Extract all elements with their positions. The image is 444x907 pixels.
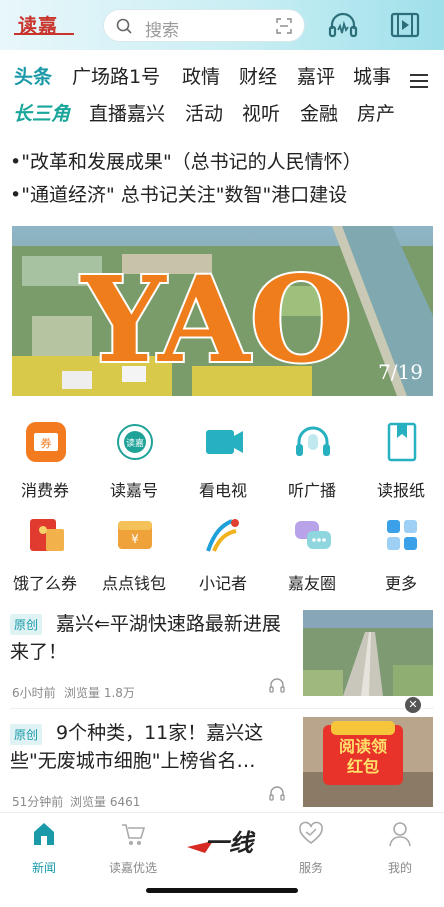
grid-label: 听广播 (287, 481, 336, 500)
news-title: 9个种类，11家！嘉兴这些"无废城市细胞"上榜省名… (10, 722, 264, 772)
tab-shiting[interactable]: 视听 (242, 99, 280, 126)
close-icon[interactable]: ✕ (405, 697, 421, 713)
home-icon (34, 823, 54, 845)
news-title: 嘉兴⇐平湖快速路最新进展来了！ (10, 613, 281, 663)
grid-item-newspaper[interactable]: 读报纸 (356, 420, 444, 510)
grid-label: 读报纸 (376, 481, 425, 500)
grid-item-tv[interactable]: 看电视 (178, 420, 266, 510)
svg-text:券: 券 (41, 436, 52, 450)
tab-zhibo-jiaxing[interactable]: 直播嘉兴 (89, 99, 165, 126)
tab-service[interactable]: 服务 (276, 821, 346, 881)
user-icon (389, 822, 411, 847)
tab-yixian[interactable]: 一线 (185, 827, 256, 887)
grid-label: 小记者 (198, 574, 247, 593)
news-thumbnail: 阅读领红包 (303, 717, 433, 807)
tab-caijing[interactable]: 财经 (239, 62, 277, 89)
grid-item-dujia-account[interactable]: 读嘉 读嘉号 (89, 420, 177, 510)
channel-nav-row-1: 头条 广场路1号 政情 财经 嘉评 城事 (0, 62, 444, 98)
carousel-counter: 7/19 (378, 360, 423, 384)
search-bar[interactable]: 搜索 (103, 9, 305, 42)
news-item[interactable]: 原创 嘉兴⇐平湖快速路最新进展来了！ 6小时前 浏览量 1.8万 (0, 610, 444, 708)
grid-label: 读嘉号 (109, 481, 158, 500)
yixian-logo-icon: 一线 (187, 829, 256, 857)
carousel-banner[interactable]: YAO 7/19 (12, 226, 433, 396)
grid-item-radio[interactable]: 听广播 (267, 420, 355, 510)
screen: { "header": { "logo_text": "读嘉", "search… (0, 0, 444, 907)
radio-icon (296, 426, 330, 456)
headset-icon[interactable] (327, 9, 359, 41)
tab-label: 新闻 (31, 861, 56, 875)
tv-icon (206, 430, 243, 454)
headphones-icon[interactable] (268, 784, 286, 802)
yixian-text: 一线 (205, 829, 256, 857)
news-thumbnail (303, 610, 433, 696)
tab-fangchan[interactable]: 房产 (357, 99, 395, 126)
grid-item-eleme-coupon[interactable]: 饿了么券 (0, 513, 88, 603)
grid-label: 看电视 (198, 481, 247, 500)
svg-text:读嘉: 读嘉 (126, 437, 144, 449)
grid-item-coupon[interactable]: 券 消费券 (0, 420, 88, 510)
tab-changsanjiao[interactable]: 长三角 (13, 99, 70, 126)
video-icon[interactable] (389, 9, 421, 41)
grid-item-reporter[interactable]: 小记者 (178, 513, 266, 603)
grid-item-jiayou-circle[interactable]: 嘉友圈 (267, 513, 355, 603)
search-placeholder: 搜索 (145, 21, 179, 41)
reporter-icon (206, 519, 239, 552)
headphones-icon[interactable] (268, 676, 286, 694)
headline-link-2[interactable]: •"通道经济" 总书记关注"数智"港口建设 (10, 180, 347, 207)
grid-label: 饿了么券 (12, 574, 77, 593)
dujia-account-icon: 读嘉 (117, 424, 153, 460)
chat-circle-icon (295, 521, 331, 549)
app-header: 读嘉 搜索 (0, 0, 444, 50)
app-logo[interactable]: 读嘉 (14, 9, 78, 41)
home-indicator[interactable] (146, 888, 298, 893)
heart-icon (299, 821, 323, 845)
grid-item-wallet[interactable]: ¥ 点点钱包 (89, 513, 177, 603)
channel-nav-row-2: 长三角 直播嘉兴 活动 视听 金融 房产 (0, 99, 444, 135)
grid-label: 嘉友圈 (287, 574, 336, 593)
tab-jinrong[interactable]: 金融 (300, 99, 338, 126)
news-item[interactable]: 原创 9个种类，11家！嘉兴这些"无废城市细胞"上榜省名… 51分钟前 浏览量 … (0, 717, 444, 811)
menu-icon[interactable] (410, 74, 428, 88)
grid-label: 点点钱包 (101, 574, 166, 593)
tab-huodong[interactable]: 活动 (185, 99, 223, 126)
logo-underline (14, 33, 74, 35)
search-icon (116, 18, 132, 34)
tab-guangchanglu[interactable]: 广场路1号 (72, 62, 160, 89)
tab-dujia-youxuan[interactable]: 读嘉优选 (98, 821, 168, 881)
banner-text: YAO (79, 250, 352, 389)
tab-label: 读嘉优选 (108, 861, 157, 875)
tab-chengshi[interactable]: 城事 (353, 62, 391, 89)
news-time: 51分钟前 (12, 795, 64, 809)
tab-news[interactable]: 新闻 (9, 821, 79, 881)
ad-red-packet-text: 阅读领红包 (338, 737, 387, 776)
svg-text:¥: ¥ (131, 532, 139, 546)
grid-item-more[interactable]: 更多 (356, 513, 444, 603)
coupon-icon: 券 (26, 422, 66, 462)
eleme-coupon-icon (30, 519, 64, 551)
grid-label: 更多 (384, 574, 417, 593)
news-time: 6小时前 (12, 686, 56, 700)
banner-image: YAO (12, 226, 433, 396)
tab-zhengqing[interactable]: 政情 (182, 62, 220, 89)
newspaper-icon (387, 422, 417, 462)
divider (10, 708, 434, 709)
grid-label: 消费券 (20, 481, 69, 500)
scan-icon[interactable] (276, 18, 292, 34)
wallet-icon: ¥ (118, 521, 152, 549)
tab-toutiao[interactable]: 头条 (14, 62, 52, 89)
headline-link-1[interactable]: •"改革和发展成果"（总书记的人民情怀） (10, 147, 362, 174)
news-views: 浏览量 6461 (70, 795, 141, 809)
tab-label: 我的 (387, 861, 412, 875)
cart-icon (122, 824, 145, 845)
tab-label: 服务 (298, 861, 323, 875)
news-views: 浏览量 1.8万 (64, 686, 135, 700)
tab-mine[interactable]: 我的 (365, 821, 435, 881)
tab-jiaping[interactable]: 嘉评 (297, 62, 335, 89)
more-icon (387, 520, 417, 550)
